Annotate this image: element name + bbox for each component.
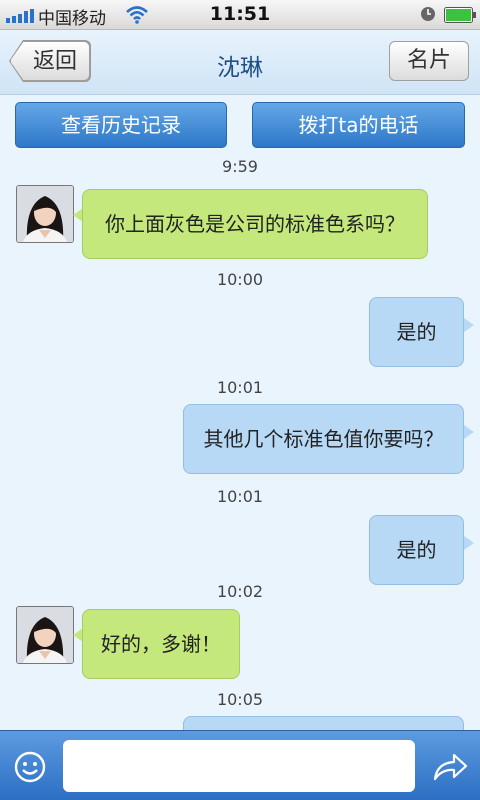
- avatar[interactable]: [16, 185, 74, 243]
- message-timestamp: 10:01: [216, 487, 264, 506]
- avatar[interactable]: [16, 606, 74, 664]
- alarm-icon: [421, 7, 435, 21]
- bubble-tail: [464, 425, 474, 439]
- avatar-photo: [17, 607, 73, 663]
- message-timestamp: 10:01: [216, 378, 264, 397]
- message-bubble-incoming[interactable]: 你上面灰色是公司的标准色系吗？: [82, 189, 428, 259]
- message-bubble-outgoing[interactable]: 是的: [369, 515, 464, 585]
- message-timestamp: 10:05: [216, 690, 264, 709]
- message-bubble-outgoing[interactable]: 是的: [369, 297, 464, 367]
- bubble-tail: [464, 536, 474, 550]
- status-bar: 中国移动 11:51: [0, 0, 480, 30]
- message-timestamp: 10:00: [216, 270, 264, 289]
- message-timestamp: 10:02: [216, 582, 264, 601]
- message-input[interactable]: [63, 740, 415, 792]
- status-time: 11:51: [209, 3, 271, 25]
- call-button[interactable]: 拨打ta的电话: [252, 102, 465, 148]
- message-bubble-incoming[interactable]: 好的，多谢！: [82, 609, 240, 679]
- view-history-button[interactable]: 查看历史记录: [15, 102, 227, 148]
- contact-card-button[interactable]: 名片: [389, 41, 469, 81]
- bubble-tail: [464, 318, 474, 332]
- message-bubble-outgoing[interactable]: 其他几个标准色值你要吗？: [183, 404, 464, 474]
- input-bar: [0, 730, 480, 800]
- nav-bar: 返回 沈琳 名片: [0, 30, 480, 95]
- battery-icon: [444, 7, 476, 23]
- message-timestamp: 9:59: [222, 157, 258, 176]
- smiley-icon[interactable]: [14, 751, 46, 783]
- avatar-photo: [17, 186, 73, 242]
- share-arrow-icon[interactable]: [432, 752, 468, 782]
